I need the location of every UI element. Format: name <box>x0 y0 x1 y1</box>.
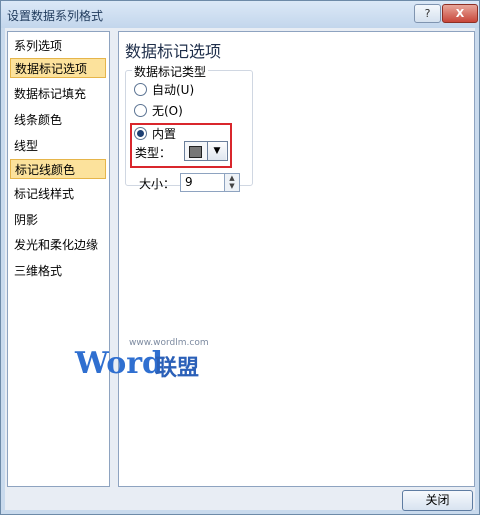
dialog-body: 系列选项 数据标记选项 数据标记填充 线条颜色 线型 标记线颜色 标记线样式 阴… <box>5 28 475 511</box>
size-spinner[interactable]: 9 ▲ ▼ <box>180 173 240 192</box>
close-button[interactable]: 关闭 <box>402 490 473 511</box>
radio-builtin[interactable] <box>134 127 147 140</box>
section-title: 数据标记选项 <box>125 42 222 61</box>
nav-item-glow-soft-edges[interactable]: 发光和柔化边缘 <box>10 235 106 255</box>
radio-auto-label[interactable]: 自动(U) <box>152 81 194 98</box>
nav-item-series-options[interactable]: 系列选项 <box>10 36 106 56</box>
nav-item-line-style[interactable]: 线型 <box>10 136 106 156</box>
spin-up-icon[interactable]: ▲ <box>225 174 239 182</box>
size-label: 大小： <box>139 177 176 191</box>
type-label: 类型： <box>135 146 172 160</box>
nav-item-line-color[interactable]: 线条颜色 <box>10 110 106 130</box>
nav-item-3d-format[interactable]: 三维格式 <box>10 261 106 281</box>
watermark-word: Word <box>75 346 164 381</box>
help-button[interactable]: ? <box>414 4 441 23</box>
watermark-logo: www.wordlm.com Word 联盟 <box>75 338 215 381</box>
nav-item-shadow[interactable]: 阴影 <box>10 210 106 230</box>
spinner-buttons[interactable]: ▲ ▼ <box>224 174 239 191</box>
size-value[interactable]: 9 <box>185 175 193 189</box>
close-window-button[interactable]: X <box>442 4 478 23</box>
title-bar: 设置数据系列格式 ? X <box>1 1 479 28</box>
group-label: 数据标记类型 <box>132 63 209 80</box>
options-panel: 数据标记选项 数据标记类型 自动(U) 无(O) 内置 类型： ▼ 大小： 9 <box>118 31 475 487</box>
dialog-title: 设置数据系列格式 <box>7 9 104 23</box>
marker-type-group: 数据标记类型 自动(U) 无(O) 内置 类型： ▼ 大小： 9 ▲ ▼ <box>125 63 253 192</box>
spin-down-icon[interactable]: ▼ <box>225 182 239 190</box>
nav-item-marker-options[interactable]: 数据标记选项 <box>10 58 106 78</box>
watermark-cn: 联盟 <box>155 356 200 381</box>
marker-swatch <box>189 146 202 158</box>
nav-item-marker-line-color[interactable]: 标记线颜色 <box>10 159 106 179</box>
radio-none-label[interactable]: 无(O) <box>152 102 183 119</box>
nav-item-marker-fill[interactable]: 数据标记填充 <box>10 84 106 104</box>
marker-type-dropdown[interactable]: ▼ <box>184 141 228 161</box>
dropdown-arrow-icon[interactable]: ▼ <box>207 142 226 160</box>
radio-auto[interactable] <box>134 83 147 96</box>
category-list: 系列选项 数据标记选项 数据标记填充 线条颜色 线型 标记线颜色 标记线样式 阴… <box>7 31 110 487</box>
radio-builtin-label[interactable]: 内置 <box>152 125 176 142</box>
dialog-window: 设置数据系列格式 ? X 系列选项 数据标记选项 数据标记填充 线条颜色 线型 … <box>0 0 480 515</box>
nav-item-marker-line-style[interactable]: 标记线样式 <box>10 184 106 204</box>
radio-none[interactable] <box>134 104 147 117</box>
